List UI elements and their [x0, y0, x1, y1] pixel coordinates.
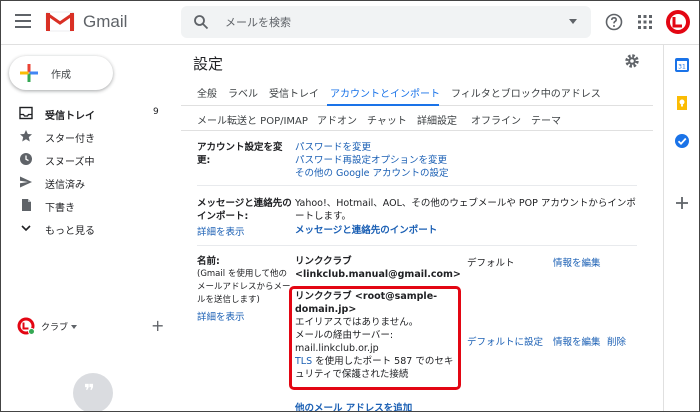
compose-label: 作成	[51, 70, 71, 81]
draft-icon	[22, 199, 31, 211]
settings-tabs-row-1: 全般 ラベル 受信トレイ アカウントとインポート フィルタとブロック中のアドレス	[181, 80, 653, 106]
sidebar-item-label: スヌーズ中	[45, 157, 95, 168]
highlight-box	[289, 286, 461, 390]
primary-address: リンククラブ <linkclub.manual@gmail.com>	[295, 255, 465, 281]
tab-themes[interactable]: テーマ	[531, 112, 561, 127]
add-account-icon[interactable]: +	[151, 317, 164, 335]
sidebar-item-more[interactable]: もっと見る	[1, 217, 173, 240]
tab-addons[interactable]: アドオン	[317, 112, 357, 127]
tab-filters[interactable]: フィルタとブロック中のアドレス	[451, 85, 601, 100]
search-bar[interactable]	[181, 6, 591, 38]
calendar-icon[interactable]: 31	[674, 57, 690, 73]
apps-grid-icon[interactable]	[637, 14, 653, 30]
import-description: Yahoo!、Hotmail、AOL、その他のウェブメールや POP アカウント…	[295, 198, 636, 222]
tab-general[interactable]: 全般	[197, 85, 217, 100]
compose-button[interactable]: 作成	[9, 56, 113, 90]
sidebar-item-starred[interactable]: スター付き	[1, 125, 173, 148]
active-tab-indicator	[327, 104, 439, 106]
account-switcher[interactable]: クラブ +	[17, 317, 167, 337]
change-password-link[interactable]: パスワードを変更	[295, 141, 640, 154]
section-content: Yahoo!、Hotmail、AOL、その他のウェブメールや POP アカウント…	[295, 197, 640, 237]
gmail-window: Gmail メールを検索 作成 受信トレイ 9 スター付き スヌーズ中 送信済み…	[0, 0, 700, 412]
account-avatar-icon[interactable]	[665, 9, 691, 35]
section-divider	[197, 185, 637, 186]
club-avatar-icon	[17, 317, 35, 335]
add-another-address-link[interactable]: 他のメール アドレスを追加	[295, 400, 412, 411]
sidebar-item-label: 下書き	[45, 203, 75, 214]
top-bar: Gmail	[1, 1, 699, 45]
sidebar-item-label: 送信済み	[45, 180, 85, 191]
gmail-logo-icon[interactable]	[45, 10, 75, 32]
tasks-icon[interactable]	[674, 133, 690, 149]
sidebar-item-label: もっと見る	[45, 226, 95, 237]
section-divider	[197, 245, 637, 246]
sidebar-item-snoozed[interactable]: スヌーズ中	[1, 148, 173, 171]
google-account-settings-link[interactable]: その他の Google アカウントの設定	[295, 167, 640, 180]
gear-icon[interactable]	[624, 53, 640, 69]
primary-email: <linkclub.manual@gmail.com>	[295, 269, 461, 280]
search-icon[interactable]	[193, 14, 209, 30]
tab-labels[interactable]: ラベル	[228, 85, 258, 100]
tab-inbox[interactable]: 受信トレイ	[269, 85, 319, 100]
search-input[interactable]	[225, 12, 525, 32]
password-recovery-link[interactable]: パスワード再設定オプションを変更	[295, 154, 640, 167]
keep-icon[interactable]	[674, 95, 690, 111]
search-options-icon[interactable]	[569, 19, 577, 24]
tab-forwarding[interactable]: メール転送と POP/IMAP	[197, 112, 308, 127]
sidebar-item-sent[interactable]: 送信済み	[1, 171, 173, 194]
primary-name: リンククラブ	[295, 256, 352, 267]
make-default-link[interactable]: デフォルトに設定	[467, 334, 543, 348]
tab-advanced[interactable]: 詳細設定	[417, 112, 457, 127]
star-icon	[20, 130, 32, 142]
sidebar-nav: 受信トレイ 9 スター付き スヌーズ中 送信済み 下書き もっと見る	[1, 102, 173, 240]
tab-accounts-import[interactable]: アカウントとインポート	[330, 85, 440, 100]
section-label: メッセージと連絡先のインポート:	[197, 198, 292, 222]
sidebar-item-drafts[interactable]: 下書き	[1, 194, 173, 217]
help-icon[interactable]	[605, 13, 623, 31]
section-label: 名前:	[197, 256, 220, 267]
section-content: パスワードを変更 パスワード再設定オプションを変更 その他の Google アカ…	[295, 141, 640, 180]
caret-down-icon[interactable]	[71, 325, 77, 329]
clock-icon	[20, 153, 32, 165]
main-menu-icon[interactable]	[15, 14, 31, 28]
delete-link[interactable]: 削除	[607, 334, 626, 348]
tab-offline[interactable]: オフライン	[471, 112, 521, 127]
send-as-note: (Gmail を使用して他のメールアドレスからメールを送信します)	[197, 269, 291, 305]
section-label: アカウント設定を変更:	[197, 142, 283, 166]
brand-name: Gmail	[83, 12, 128, 31]
add-addon-icon[interactable]	[674, 195, 690, 211]
account-label: クラブ	[41, 323, 69, 333]
unread-count: 9	[153, 107, 159, 117]
page-title: 設定	[193, 55, 224, 73]
edit-info-link[interactable]: 情報を編集	[553, 255, 601, 269]
import-mail-contacts-link[interactable]: メッセージと連絡先のインポート	[295, 224, 640, 237]
hangouts-button[interactable]: ❞	[73, 373, 113, 411]
send-icon	[20, 176, 32, 188]
quote-icon: ❞	[84, 381, 95, 402]
side-panel: 31	[663, 45, 699, 411]
sidebar-item-label: 受信トレイ	[45, 111, 95, 122]
chevron-down-icon	[21, 225, 31, 232]
default-label: デフォルト	[467, 258, 515, 269]
plus-icon	[20, 64, 38, 82]
sidebar-item-label: スター付き	[45, 134, 95, 145]
settings-tabs-row-2: メール転送と POP/IMAP アドオン チャット 詳細設定 オフライン テーマ	[181, 107, 653, 131]
send-as-help-link[interactable]: 詳細を表示	[197, 309, 245, 323]
import-help-link[interactable]: 詳細を表示	[197, 224, 245, 238]
sidebar-item-inbox[interactable]: 受信トレイ 9	[1, 102, 173, 125]
edit-info-link-2[interactable]: 情報を編集	[553, 334, 601, 348]
svg-text:31: 31	[678, 64, 686, 71]
inbox-icon	[19, 106, 33, 120]
tab-chat[interactable]: チャット	[367, 112, 407, 127]
